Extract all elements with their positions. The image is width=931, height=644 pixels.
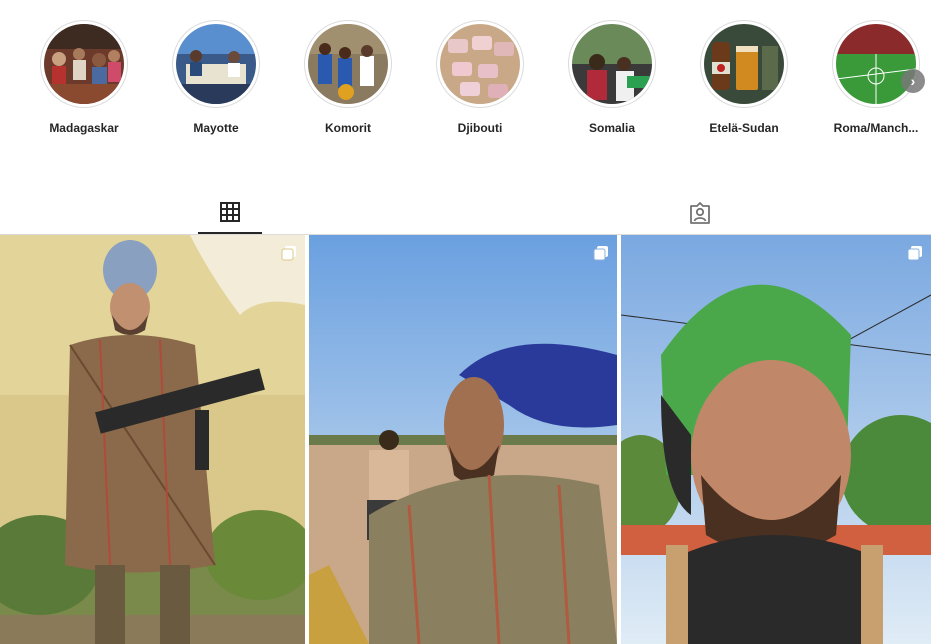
- grid-icon: [220, 202, 240, 222]
- highlight-komorit[interactable]: Komorit: [288, 20, 408, 135]
- highlight-cover: [440, 24, 520, 104]
- post-tile[interactable]: [621, 235, 931, 644]
- highlight-ring: [40, 20, 128, 108]
- highlight-etela-sudan[interactable]: Etelä-Sudan: [684, 20, 804, 135]
- highlight-ring: [568, 20, 656, 108]
- highlight-ring: [700, 20, 788, 108]
- posts-grid: [0, 235, 931, 644]
- post-image: [0, 235, 305, 644]
- tagged-user-icon: [690, 201, 710, 224]
- highlight-label: Etelä-Sudan: [709, 121, 779, 135]
- post-tile[interactable]: [309, 235, 617, 644]
- highlight-djibouti[interactable]: Djibouti: [420, 20, 540, 135]
- highlight-mayotte[interactable]: Mayotte: [156, 20, 276, 135]
- highlight-ring: [436, 20, 524, 108]
- tab-posts[interactable]: [198, 192, 262, 234]
- chevron-right-icon[interactable]: ›: [901, 69, 925, 93]
- post-image: [309, 235, 617, 644]
- highlight-label: Komorit: [325, 121, 371, 135]
- highlight-cover: [176, 24, 256, 104]
- highlight-label: Djibouti: [457, 121, 503, 135]
- highlight-cover: [44, 24, 124, 104]
- highlight-ring: [304, 20, 392, 108]
- profile-tabs: [0, 192, 931, 235]
- carousel-icon: [281, 246, 296, 261]
- highlight-label: Madagaskar: [49, 121, 119, 135]
- post-image: [621, 235, 931, 644]
- carousel-icon: [907, 246, 922, 261]
- highlight-cover: [308, 24, 388, 104]
- story-highlights: Madagaskar Mayotte Komorit Djibouti Soma…: [0, 0, 931, 150]
- tab-tagged[interactable]: [668, 192, 732, 233]
- highlight-cover: [836, 24, 916, 104]
- highlight-label: Somalia: [588, 121, 636, 135]
- highlight-madagaskar[interactable]: Madagaskar: [24, 20, 144, 135]
- carousel-icon: [593, 246, 608, 261]
- highlight-label: Mayotte: [193, 121, 239, 135]
- highlight-ring: [832, 20, 920, 108]
- highlight-cover: [704, 24, 784, 104]
- highlight-cover: [572, 24, 652, 104]
- post-tile[interactable]: [0, 235, 305, 644]
- highlight-label: Roma/Manch...: [833, 121, 919, 135]
- highlight-ring: [172, 20, 260, 108]
- highlight-somalia[interactable]: Somalia: [552, 20, 672, 135]
